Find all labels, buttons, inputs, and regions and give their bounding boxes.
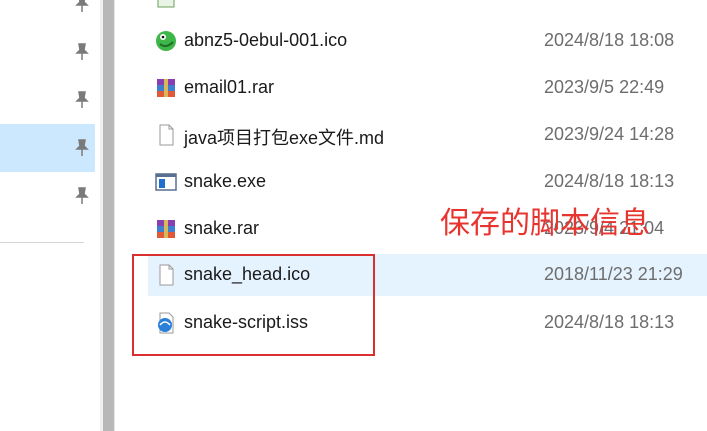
winrar-archive-icon [157,79,175,97]
file-row[interactable] [148,0,707,18]
annotation-label: 保存的脚本信息 [440,206,650,241]
pin-icon[interactable] [72,0,92,14]
notepad-icon [157,0,175,8]
file-date: 2024/8/18 18:13 [544,312,675,332]
pin-icon[interactable] [72,42,92,62]
pin-icon[interactable] [72,138,92,158]
blank-file-icon [159,124,174,146]
file-name: email01.rar [184,77,275,97]
file-date: 2023/9/24 14:28 [544,124,675,144]
file-name: java项目打包exe文件.md [184,128,385,148]
file-name: snake.rar [184,218,260,238]
file-row[interactable]: abnz5-0ebul-001.ico 2024/8/18 18:08 [148,20,707,62]
nav-divider [0,242,84,243]
pin-icon[interactable] [72,90,92,110]
file-row[interactable]: snake.exe 2024/8/18 18:13 [148,161,707,203]
annotation-highlight-box [132,254,375,356]
navigation-pane [0,0,100,431]
winrar-archive-icon [157,220,175,238]
pin-icon[interactable] [72,186,92,206]
snake-app-icon [156,31,176,51]
file-row[interactable]: java项目打包exe文件.md 2023/9/24 14:28 [148,114,707,156]
file-date: 2023/9/5 22:49 [544,77,665,97]
file-name: snake.exe [184,171,267,191]
file-name: abnz5-0ebul-001.ico [184,30,348,50]
file-date: 2018/11/23 21:29 [544,264,683,284]
file-date: 2024/8/18 18:13 [544,171,675,191]
file-date: 2024/8/18 18:08 [544,30,675,50]
exe-window-icon [155,173,177,191]
file-row[interactable]: email01.rar 2023/9/5 22:49 [148,67,707,109]
